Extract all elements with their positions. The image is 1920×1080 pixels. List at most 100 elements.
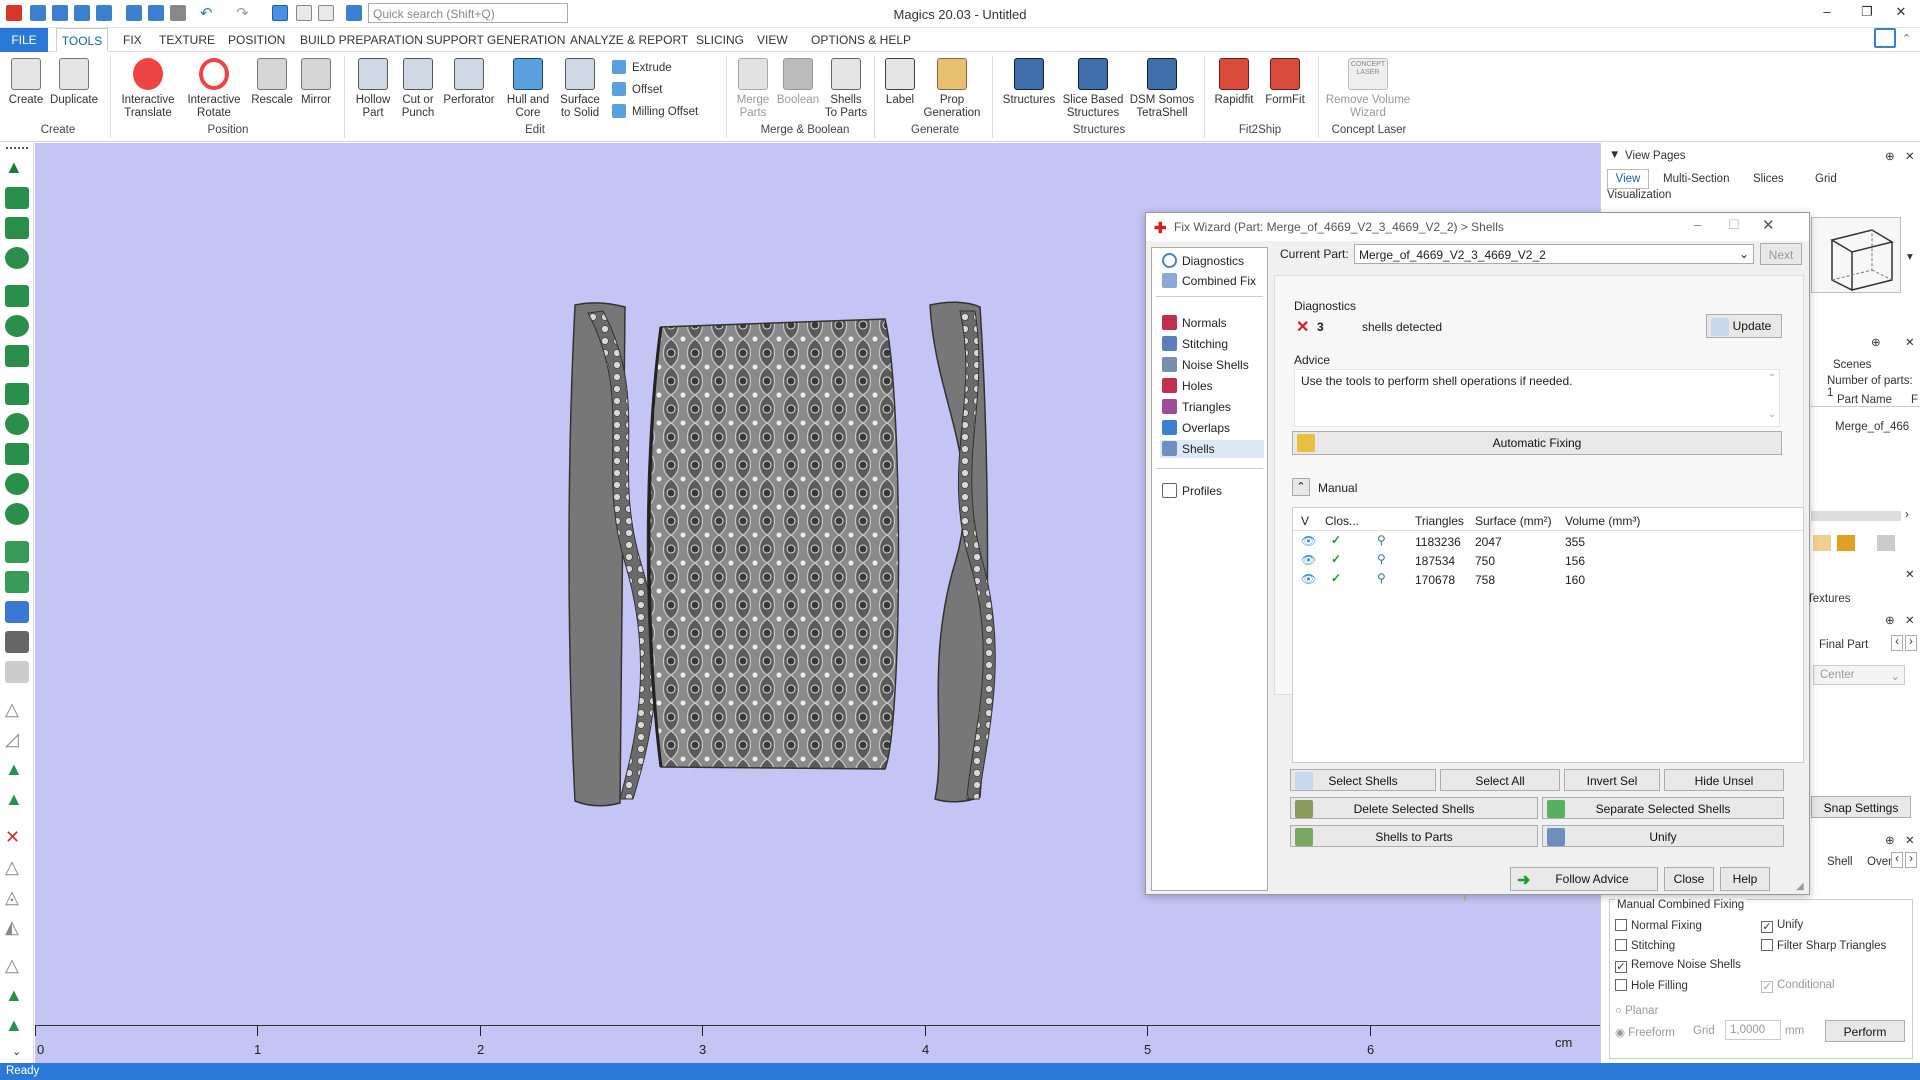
dsm-somos-tetrashell-button[interactable]: DSM Somos TetraShell bbox=[1128, 56, 1196, 120]
automatic-fixing-button[interactable]: Automatic Fixing bbox=[1292, 431, 1782, 455]
chevron-up-icon[interactable]: ⌃ bbox=[1902, 32, 1911, 45]
mark-plane-icon[interactable] bbox=[5, 217, 29, 239]
expand-marking-icon[interactable] bbox=[5, 443, 29, 465]
part-color-icon[interactable] bbox=[5, 601, 29, 623]
tab-position[interactable]: POSITION bbox=[228, 33, 285, 47]
nav-overlaps[interactable]: Overlaps bbox=[1160, 419, 1264, 437]
nav-noise-shells[interactable]: Noise Shells bbox=[1160, 356, 1264, 374]
current-part-dropdown[interactable]: Merge_of_4669_V2_3_4669_V2_2 ⌄ bbox=[1354, 244, 1754, 264]
select-all-button[interactable]: Select All bbox=[1440, 769, 1560, 791]
next-button[interactable]: Next bbox=[1760, 243, 1802, 265]
nav-normals[interactable]: Normals bbox=[1160, 314, 1264, 332]
tab-tools[interactable]: TOOLS bbox=[56, 28, 108, 52]
tab-multi-section[interactable]: Multi-Section bbox=[1663, 173, 1729, 185]
freeform-radio[interactable]: ◉ Freeform bbox=[1615, 1025, 1675, 1039]
separate-selected-shells-button[interactable]: Separate Selected Shells bbox=[1542, 797, 1784, 819]
panel-close-icon[interactable]: ✕ bbox=[1905, 567, 1915, 581]
panel-close-icon[interactable]: ✕ bbox=[1905, 335, 1915, 349]
mark-surface-icon[interactable] bbox=[5, 285, 29, 307]
wrench-icon[interactable]: ⚲ bbox=[1377, 571, 1386, 585]
ring-left-part[interactable] bbox=[568, 302, 657, 807]
nav-triangles[interactable]: Triangles bbox=[1160, 398, 1264, 416]
pin-icon[interactable]: ⊕ bbox=[1885, 613, 1895, 627]
update-button[interactable]: Update bbox=[1706, 314, 1782, 338]
nav-diagnostics[interactable]: Diagnostics bbox=[1160, 252, 1264, 270]
mark-all-icon[interactable] bbox=[5, 503, 29, 525]
pin-icon[interactable]: ⊕ bbox=[1885, 149, 1895, 163]
column-triangles[interactable]: Triangles bbox=[1415, 514, 1464, 528]
milling-offset-button[interactable]: Milling Offset bbox=[612, 104, 698, 118]
scroll-right-icon[interactable]: › bbox=[1905, 509, 1909, 521]
eye-icon[interactable]: 👁 bbox=[1301, 534, 1316, 548]
prop-generation-button[interactable]: Prop Generation bbox=[922, 56, 982, 120]
close-button[interactable]: Close bbox=[1664, 867, 1714, 891]
slice-based-structures-button[interactable]: Slice Based Structures bbox=[1060, 56, 1126, 120]
prev-icon[interactable]: ‹ bbox=[1891, 635, 1903, 651]
triangle-flip-icon[interactable]: ▲ bbox=[5, 1015, 29, 1037]
mark-tool-icon[interactable] bbox=[5, 187, 29, 209]
scroll-up-icon[interactable]: ⌃ bbox=[1768, 373, 1776, 384]
tab-texture[interactable]: TEXTURE bbox=[159, 33, 215, 47]
part-select-icon[interactable] bbox=[5, 541, 29, 563]
conditional-checkbox[interactable]: ✓ Conditional bbox=[1761, 979, 1835, 993]
rapidfit-button[interactable]: Rapidfit bbox=[1210, 56, 1258, 107]
duplicate-button[interactable]: Duplicate bbox=[48, 56, 100, 107]
label-button[interactable]: Label bbox=[880, 56, 920, 107]
tab-fix[interactable]: FIX bbox=[123, 33, 142, 47]
boolean-button[interactable]: Boolean bbox=[776, 56, 820, 107]
formfit-button[interactable]: FormFit bbox=[1260, 56, 1310, 107]
cut-or-punch-button[interactable]: Cut or Punch bbox=[396, 56, 440, 120]
parts-scrollbar[interactable] bbox=[1811, 511, 1901, 521]
structures-button[interactable]: Structures bbox=[1000, 56, 1058, 107]
create-button[interactable]: Create bbox=[6, 56, 46, 107]
texture-apply-icon[interactable] bbox=[1837, 535, 1855, 551]
nav-combined-fix[interactable]: Combined Fix bbox=[1160, 272, 1264, 290]
delete-marks-icon[interactable]: ✕ bbox=[5, 827, 29, 849]
wrench-icon[interactable]: ⚲ bbox=[1377, 552, 1386, 566]
hull-and-core-button[interactable]: Hull and Core bbox=[502, 56, 554, 120]
collapse-icon[interactable]: ▼ bbox=[1609, 149, 1620, 161]
close-icon[interactable]: ✕ bbox=[1890, 4, 1912, 22]
unify-checkbox[interactable]: ✓ Unify bbox=[1761, 919, 1803, 933]
part-name-row[interactable]: Merge_of_466 bbox=[1835, 421, 1909, 433]
tab-options-help[interactable]: OPTIONS & HELP bbox=[811, 33, 911, 47]
normal-fixing-checkbox[interactable]: Normal Fixing bbox=[1615, 919, 1702, 932]
hollow-part-button[interactable]: Hollow Part bbox=[350, 56, 396, 120]
tab-view-page[interactable]: View bbox=[1607, 169, 1649, 189]
follow-advice-button[interactable]: ➜ Follow Advice bbox=[1510, 867, 1658, 891]
ring-right-part[interactable] bbox=[929, 301, 996, 803]
table-row[interactable]: 👁 ✓ ⚲ 1183236 2047 355 bbox=[1293, 532, 1803, 551]
resize-grip-icon[interactable]: ◢ bbox=[1796, 881, 1804, 892]
dialog-minimize-icon[interactable]: – bbox=[1694, 217, 1701, 232]
view-cube-menu-icon[interactable]: ▾ bbox=[1907, 249, 1913, 263]
toolbar-more-icon[interactable]: ⌄ bbox=[12, 1045, 21, 1058]
nav-holes[interactable]: Holes bbox=[1160, 377, 1264, 395]
interactive-translate-button[interactable]: Interactive Translate bbox=[116, 56, 180, 120]
extrude-button[interactable]: Extrude bbox=[612, 60, 672, 74]
tab-shell[interactable]: Shell bbox=[1827, 856, 1853, 868]
scroll-down-icon[interactable]: ⌄ bbox=[1768, 409, 1776, 420]
shells-to-parts-button[interactable]: Shells to Parts bbox=[1290, 825, 1538, 847]
tab-slices[interactable]: Slices bbox=[1753, 173, 1784, 185]
rescale-button[interactable]: Rescale bbox=[250, 56, 294, 107]
ring-center-part[interactable] bbox=[646, 318, 900, 770]
minimize-icon[interactable]: – bbox=[1816, 4, 1838, 22]
hide-unsel-button[interactable]: Hide Unsel bbox=[1664, 769, 1784, 791]
pin-icon[interactable]: ⊕ bbox=[1885, 833, 1895, 847]
unmark-icon[interactable] bbox=[5, 473, 29, 495]
tab-view[interactable]: VIEW bbox=[757, 33, 788, 47]
stitching-checkbox[interactable]: Stitching bbox=[1615, 939, 1675, 952]
tab-grid[interactable]: Grid bbox=[1815, 173, 1837, 185]
prev-icon[interactable]: ‹ bbox=[1891, 852, 1903, 868]
panel-close-icon[interactable]: ✕ bbox=[1905, 149, 1915, 163]
planar-radio[interactable]: ○ Planar bbox=[1615, 1005, 1658, 1017]
table-row[interactable]: 👁 ✓ ⚲ 170678 758 160 bbox=[1293, 570, 1803, 589]
mark-curve-icon[interactable] bbox=[5, 315, 29, 337]
column-surface[interactable]: Surface (mm²) bbox=[1475, 514, 1552, 528]
triangle-delete-icon[interactable]: △ bbox=[5, 955, 29, 977]
part-name-column[interactable]: Part Name bbox=[1837, 394, 1892, 406]
tab-slicing[interactable]: SLICING bbox=[696, 33, 744, 47]
nav-stitching[interactable]: Stitching bbox=[1160, 335, 1264, 353]
measure-distance-icon[interactable]: ▲ bbox=[5, 759, 29, 781]
measure-radius-icon[interactable]: ▲ bbox=[5, 789, 29, 811]
